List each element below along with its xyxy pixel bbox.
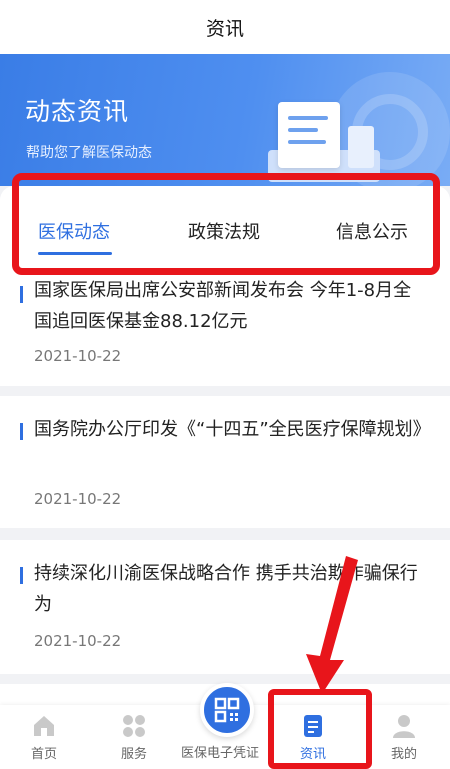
article-title: 国家医保局出席公安部新闻发布会 今年1-8月全国追回医保基金88.12亿元 [34, 280, 412, 332]
top-bar: 资讯 [0, 0, 450, 54]
article-item[interactable]: 国家医保局出席公安部新闻发布会 今年1-8月全国追回医保基金88.12亿元 20… [0, 280, 450, 386]
document-icon [278, 102, 340, 168]
nav-medical-e-voucher[interactable] [200, 683, 254, 737]
nav-services[interactable]: 服务 [114, 705, 154, 769]
banner-title: 动态资讯 [25, 97, 130, 126]
news-banner: 动态资讯 帮助您了解医保动态 [0, 54, 450, 186]
nav-profile-label: 我的 [390, 747, 417, 762]
article-date: 2021-10-22 [34, 347, 122, 365]
banner-subtitle: 帮助您了解医保动态 [26, 145, 152, 161]
nav-home-label: 首页 [30, 747, 57, 762]
qrcode-icon [214, 697, 240, 723]
article-date: 2021-10-22 [34, 632, 122, 650]
user-icon [393, 715, 415, 738]
annotation-highlight-tabs [12, 173, 440, 275]
article-title: 国务院办公厅印发《“十四五”全民医疗保障规划》 [34, 419, 431, 440]
article-item[interactable]: 持续深化川渝医保战略合作 携手共治欺诈骗保行为 2021-10-22 [0, 540, 450, 674]
page-title: 资讯 [205, 17, 244, 40]
annotation-arrow-icon [306, 556, 358, 694]
grid-icon [123, 715, 145, 737]
nav-profile[interactable]: 我的 [384, 705, 424, 769]
home-icon [34, 716, 54, 736]
banner-document-small [348, 126, 374, 168]
article-date: 2021-10-22 [34, 490, 122, 508]
article-accent-bar [20, 567, 23, 584]
article-item[interactable]: 国务院办公厅印发《“十四五”全民医疗保障规划》 2021-10-22 [0, 396, 450, 528]
nav-home[interactable]: 首页 [24, 705, 64, 769]
article-accent-bar [20, 286, 23, 303]
article-accent-bar [20, 423, 23, 440]
nav-services-label: 服务 [120, 747, 147, 762]
nav-medical-e-voucher-label: 医保电子凭证 [181, 746, 260, 761]
annotation-highlight-news-tab [268, 689, 372, 769]
